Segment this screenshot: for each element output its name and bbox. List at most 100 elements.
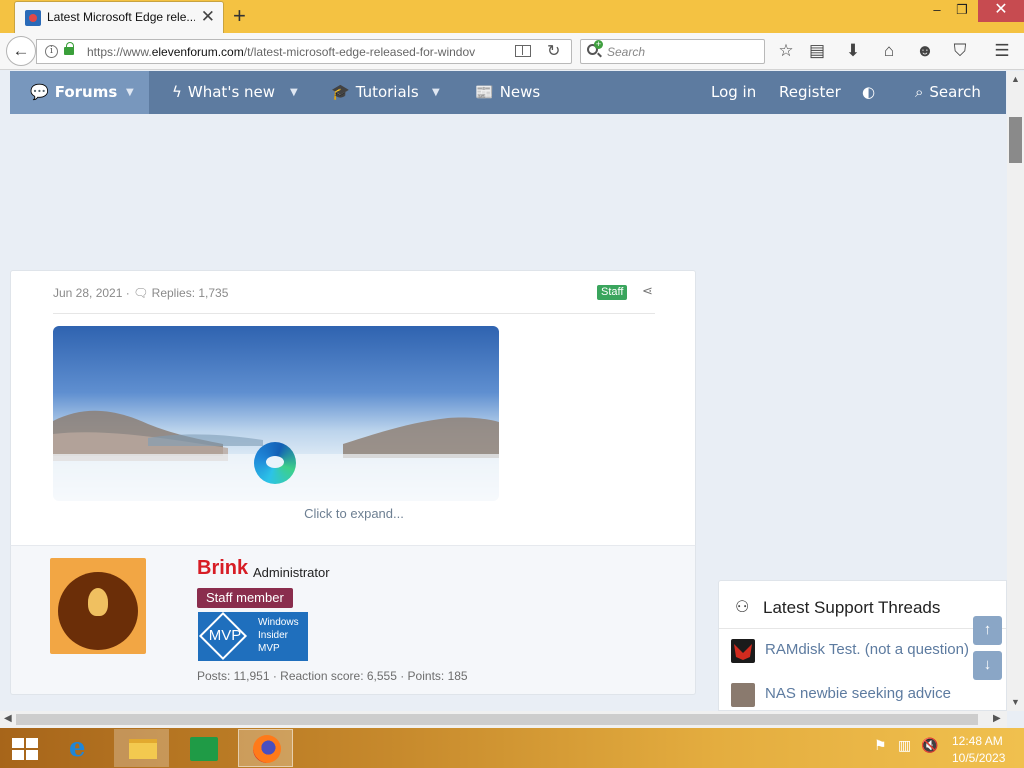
mvp-line: Insider: [258, 630, 289, 641]
user-stats: Posts: 11,951 · Reaction score: 6,555 · …: [197, 669, 468, 683]
nav-whats-new[interactable]: ϟ What's new: [172, 71, 275, 114]
thread-title[interactable]: RAMdisk Test. (not a question): [765, 641, 969, 658]
window-close-button[interactable]: ✕: [978, 0, 1024, 22]
bolt-icon: ϟ: [172, 83, 182, 101]
star-icon[interactable]: ☆: [774, 39, 798, 63]
login-link[interactable]: Log in: [711, 71, 756, 114]
graduation-cap-icon: 🎓: [331, 83, 350, 101]
tab-close-icon[interactable]: ✕: [201, 7, 215, 27]
maximize-button[interactable]: ❐: [947, 0, 977, 22]
back-button[interactable]: ←: [6, 36, 36, 66]
taskbar-edge[interactable]: e: [55, 729, 110, 767]
horizontal-scrollbar[interactable]: ◀ ▶: [0, 711, 1007, 728]
info-icon[interactable]: i: [45, 45, 58, 58]
nav-search-label: Search: [929, 83, 981, 101]
clock-date[interactable]: 10/5/2023: [952, 751, 1005, 765]
pocket-icon[interactable]: ⛉: [948, 39, 972, 63]
url-domain: elevenforum.com: [151, 45, 244, 59]
browser-toolbar: ← i https://www.elevenforum.com/t/latest…: [0, 33, 1024, 70]
nav-news-label: News: [499, 83, 541, 101]
browser-tab[interactable]: Latest Microsoft Edge rele... ✕: [14, 1, 224, 33]
store-icon: [190, 737, 218, 761]
newspaper-icon: 📰: [475, 83, 494, 101]
menu-icon[interactable]: ☰: [990, 39, 1014, 63]
post-meta: Jun 28, 2021 · 🗨 Replies: 1,735: [53, 286, 228, 300]
scroll-right-arrow-icon[interactable]: ▶: [993, 713, 1001, 724]
chevron-down-icon[interactable]: ▼: [432, 71, 440, 114]
nav-search[interactable]: ⌕ Search: [915, 71, 981, 114]
arrow-left-icon: ←: [12, 41, 30, 60]
thread-item[interactable]: NAS newbie seeking advice: [731, 683, 1006, 707]
new-tab-button[interactable]: +: [233, 4, 246, 28]
scroll-to-top-button[interactable]: ↑: [973, 616, 1002, 645]
url-prefix: https://www.: [87, 45, 152, 59]
thread-item[interactable]: RAMdisk Test. (not a question): [731, 639, 1006, 663]
site-navigation: 💬 Forums ▼ ϟ What's new ▼ 🎓 Tutorials ▼ 📰 Ne…: [10, 71, 1006, 114]
username-link[interactable]: Brink: [197, 557, 248, 580]
browser-title-bar: Latest Microsoft Edge rele... ✕ + – ❐ ✕: [0, 0, 1024, 33]
theme-toggle-icon[interactable]: ◐: [862, 71, 875, 114]
volume-muted-icon[interactable]: 🔇: [921, 737, 938, 754]
home-icon[interactable]: ⌂: [877, 39, 901, 63]
share-icon[interactable]: ⋖: [642, 283, 653, 299]
scroll-to-bottom-button[interactable]: ↓: [973, 651, 1002, 680]
scroll-down-arrow-icon[interactable]: ▼: [1011, 697, 1020, 707]
register-link[interactable]: Register: [779, 71, 841, 114]
nav-news[interactable]: 📰 News: [475, 71, 540, 114]
mvp-label: MVP: [208, 627, 242, 644]
staff-member-banner: Staff member: [197, 588, 293, 608]
avatar[interactable]: [50, 558, 146, 654]
browser-search-box[interactable]: + Search: [580, 39, 765, 64]
mvp-line: MVP: [258, 643, 280, 654]
download-icon[interactable]: ⬇: [841, 39, 865, 63]
start-button[interactable]: [0, 729, 55, 767]
page-content: Jun 28, 2021 · 🗨 Replies: 1,735 Staff ⋖ …: [0, 114, 1007, 711]
divider: [719, 628, 1006, 629]
taskbar-store[interactable]: [178, 729, 233, 767]
flag-icon[interactable]: ⚑: [874, 737, 887, 754]
thread-avatar-icon: [731, 639, 755, 663]
nav-tutorials[interactable]: 🎓 Tutorials: [331, 71, 419, 114]
edge-banner-image[interactable]: [53, 326, 499, 501]
microsoft-edge-logo-icon: [254, 442, 296, 484]
user-title: Administrator: [253, 565, 330, 580]
edge-icon: e: [69, 733, 86, 763]
scroll-up-arrow-icon[interactable]: ▲: [1011, 74, 1020, 84]
post-date[interactable]: Jun 28, 2021: [53, 286, 122, 300]
search-icon: ⌕: [915, 83, 924, 101]
firefox-icon: [253, 735, 281, 763]
chevron-down-icon[interactable]: ▼: [290, 71, 298, 114]
staff-badge: Staff: [597, 285, 628, 300]
clock-time[interactable]: 12:48 AM: [952, 734, 1003, 748]
url-text[interactable]: https://www.elevenforum.com/t/latest-mic…: [87, 45, 497, 59]
reload-icon[interactable]: ↻: [547, 40, 560, 64]
network-icon[interactable]: ▥: [898, 737, 911, 754]
taskbar-file-explorer[interactable]: [114, 729, 169, 767]
support-agent-icon: ⚇: [735, 599, 750, 616]
tab-title: Latest Microsoft Edge rele...: [47, 10, 195, 24]
chevron-down-icon[interactable]: ▼: [126, 71, 134, 114]
click-to-expand-link[interactable]: Click to expand...: [11, 506, 697, 521]
thread-title[interactable]: NAS newbie seeking advice: [765, 685, 951, 702]
add-search-plus-icon: +: [594, 39, 603, 49]
address-bar[interactable]: i https://www.elevenforum.com/t/latest-m…: [36, 39, 572, 64]
post-card: Jun 28, 2021 · 🗨 Replies: 1,735 Staff ⋖ …: [10, 270, 696, 550]
windows-insider-mvp-badge: MVP Windows Insider MVP: [198, 611, 308, 661]
windows-taskbar: e: [0, 728, 1024, 768]
reading-list-icon[interactable]: ▤: [805, 39, 829, 63]
thread-avatar-icon: [731, 683, 755, 707]
chat-bubbles-icon: 💬: [30, 83, 49, 101]
nav-forums-label: Forums: [54, 83, 118, 101]
divider: [53, 313, 655, 314]
scroll-left-arrow-icon[interactable]: ◀: [4, 713, 12, 724]
site-favicon-icon: [25, 10, 41, 26]
mvp-line: Windows: [258, 617, 299, 628]
scrollbar-thumb[interactable]: [16, 714, 978, 725]
reader-view-icon[interactable]: [515, 45, 531, 57]
taskbar-firefox[interactable]: [238, 729, 293, 767]
post-replies: Replies: 1,735: [151, 286, 229, 300]
lock-icon: [64, 42, 74, 55]
emoji-icon[interactable]: ☻: [913, 39, 937, 63]
scrollbar-thumb[interactable]: [1009, 117, 1022, 163]
vertical-scrollbar[interactable]: ▲ ▼: [1007, 71, 1024, 711]
